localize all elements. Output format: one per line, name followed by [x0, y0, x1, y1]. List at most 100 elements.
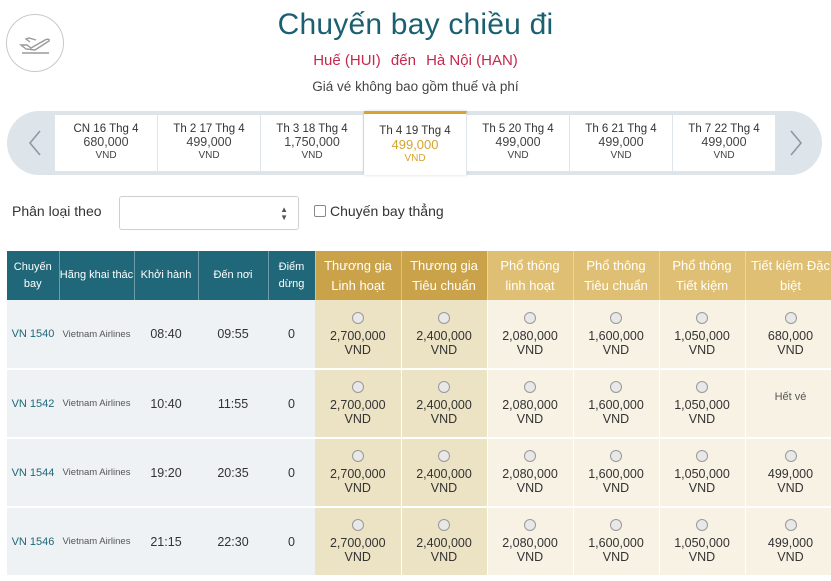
direct-flight-checkbox[interactable] — [314, 205, 326, 217]
fare-radio[interactable] — [524, 450, 536, 462]
fare-cell[interactable]: 2,080,000 VND — [487, 438, 574, 508]
fare-currency: VND — [602, 481, 630, 495]
date-tab-currency: VND — [301, 150, 323, 161]
fare-price: 2,080,000 — [502, 328, 558, 343]
fare-class-header-line: Tiết kiệm Đặc — [751, 257, 830, 273]
fare-radio[interactable] — [784, 311, 797, 324]
fare-radio[interactable] — [696, 519, 708, 531]
direct-flight-label[interactable]: Chuyến bay thẳng — [330, 203, 444, 219]
fare-radio[interactable] — [610, 519, 622, 531]
fare-price: 1,050,000 — [674, 536, 730, 550]
fare-cell[interactable]: 1,050,000 VND — [659, 438, 746, 508]
fare-cell[interactable]: 1,600,000 VND — [573, 438, 660, 508]
chevron-right-icon[interactable] — [772, 111, 820, 175]
airline-name: Vietnam Airlines — [59, 507, 134, 577]
date-tab-price: 1,750,000 — [284, 135, 340, 149]
fare-cell[interactable]: 1,600,000 VND — [573, 300, 660, 370]
fare-radio[interactable] — [438, 381, 450, 393]
fare-price: 499,000 — [767, 536, 814, 550]
fare-radio[interactable] — [696, 311, 708, 324]
fare-radio[interactable] — [610, 381, 622, 393]
date-tab[interactable]: Th 4 19 Thg 4 499,000 VND — [364, 111, 467, 175]
fare-currency: VND — [516, 481, 544, 495]
date-tab-currency: VND — [610, 150, 632, 161]
column-header-line: Điểm — [278, 260, 305, 273]
fare-currency: VND — [602, 342, 630, 357]
page-title: Chuyến bay chiều đi — [277, 8, 554, 41]
fare-radio[interactable] — [784, 519, 797, 531]
fare-cell[interactable]: 2,080,000 VND — [487, 369, 574, 439]
fare-cell[interactable]: 1,600,000 VND — [573, 369, 660, 439]
column-header-line: bay — [23, 277, 42, 290]
fare-cell[interactable]: 1,600,000 VND — [573, 507, 660, 577]
fare-cell[interactable]: 499,000 VND — [745, 507, 831, 577]
fare-radio[interactable] — [696, 381, 708, 393]
fare-radio[interactable] — [784, 450, 797, 462]
date-tab-price: 499,000 — [701, 135, 747, 149]
fare-cell[interactable]: 2,700,000 VND — [315, 369, 402, 439]
flight-number: VN 1540 — [7, 300, 59, 370]
fare-currency: VND — [777, 481, 804, 495]
date-selector: CN 16 Thg 4 680,000 VND Th 2 17 Thg 4 499,00… — [7, 111, 822, 175]
fare-cell[interactable]: 2,080,000 VND — [487, 507, 574, 577]
fare-radio[interactable] — [351, 519, 364, 531]
fare-price: 1,050,000 — [674, 328, 730, 343]
arrival-time: 22:30 — [198, 507, 268, 577]
column-header-line: Hãng khai thác — [59, 269, 134, 281]
date-tab[interactable]: CN 16 Thg 4 680,000 VND — [55, 115, 158, 171]
fare-cell[interactable]: 2,700,000 VND — [315, 300, 402, 370]
fare-cell[interactable]: 499,000 VND — [745, 438, 831, 508]
fare-class-header: Thương gia Tiêu chuẩn — [401, 251, 488, 300]
flight-number: VN 1542 — [7, 369, 59, 439]
fare-price: 1,600,000 — [588, 536, 644, 550]
date-tab[interactable]: Th 7 22 Thg 4 499,000 VND — [673, 115, 776, 171]
fare-radio[interactable] — [524, 381, 536, 393]
fare-cell[interactable]: 2,400,000 VND — [401, 369, 488, 439]
date-tab[interactable]: Th 6 21 Thg 4 499,000 VND — [570, 115, 673, 171]
fare-currency: VND — [777, 342, 804, 357]
fare-radio[interactable] — [610, 450, 622, 462]
fare-price: 2,080,000 — [502, 467, 558, 481]
fare-class-header-line: biệt — [780, 277, 801, 293]
fare-radio[interactable] — [351, 311, 364, 324]
fare-class-header: Phổ thông Tiết kiệm — [659, 251, 746, 300]
fare-cell[interactable]: 1,050,000 VND — [659, 369, 746, 439]
fare-cell[interactable]: 2,700,000 VND — [315, 438, 402, 508]
fare-cell[interactable]: 1,050,000 VND — [659, 300, 746, 370]
sort-select[interactable]: ▲ ▼ — [119, 196, 299, 230]
fare-radio[interactable] — [438, 450, 450, 462]
fare-radio[interactable] — [351, 381, 364, 393]
date-tab[interactable]: Th 3 18 Thg 4 1,750,000 VND — [261, 115, 364, 171]
date-tab[interactable]: Th 5 20 Thg 4 499,000 VND — [467, 115, 570, 171]
fare-price: 499,000 — [767, 467, 814, 481]
fare-radio[interactable] — [696, 450, 708, 462]
date-tab-label: Th 2 17 Thg 4 — [173, 123, 245, 135]
fare-currency: VND — [602, 412, 630, 426]
fare-cell[interactable]: 2,080,000 VND — [487, 300, 574, 370]
fare-radio[interactable] — [524, 311, 536, 324]
date-tab[interactable]: Th 2 17 Thg 4 499,000 VND — [158, 115, 261, 171]
fare-radio[interactable] — [438, 519, 450, 531]
stops-count: 0 — [268, 300, 315, 370]
route-line: Huế (HUI) đến Hà Nội (HAN) — [0, 52, 831, 69]
fare-cell[interactable]: 2,400,000 VND — [401, 438, 488, 508]
fare-cell[interactable]: 2,400,000 VND — [401, 507, 488, 577]
fare-currency: VND — [430, 550, 458, 564]
fare-class-header-line: Thương gia — [410, 257, 478, 273]
fare-class-header-line: Phổ thông — [672, 257, 732, 273]
chevron-left-icon[interactable] — [11, 111, 59, 175]
fare-radio[interactable] — [524, 519, 536, 531]
fare-currency: VND — [344, 342, 371, 357]
fare-cell[interactable]: 2,400,000 VND — [401, 300, 488, 370]
fare-cell[interactable]: 1,050,000 VND — [659, 507, 746, 577]
departure-time: 10:40 — [134, 369, 198, 439]
fare-price: 1,600,000 — [588, 328, 644, 343]
fare-class-header-line: Tiêu chuẩn — [412, 277, 476, 293]
airline-name: Vietnam Airlines — [59, 369, 134, 439]
fare-radio[interactable] — [351, 450, 364, 462]
fare-cell[interactable]: 680,000 VND — [745, 300, 831, 370]
sold-out-label: Hết vé — [774, 390, 807, 403]
fare-radio[interactable] — [610, 311, 622, 324]
fare-radio[interactable] — [438, 311, 450, 324]
fare-cell[interactable]: 2,700,000 VND — [315, 507, 402, 577]
